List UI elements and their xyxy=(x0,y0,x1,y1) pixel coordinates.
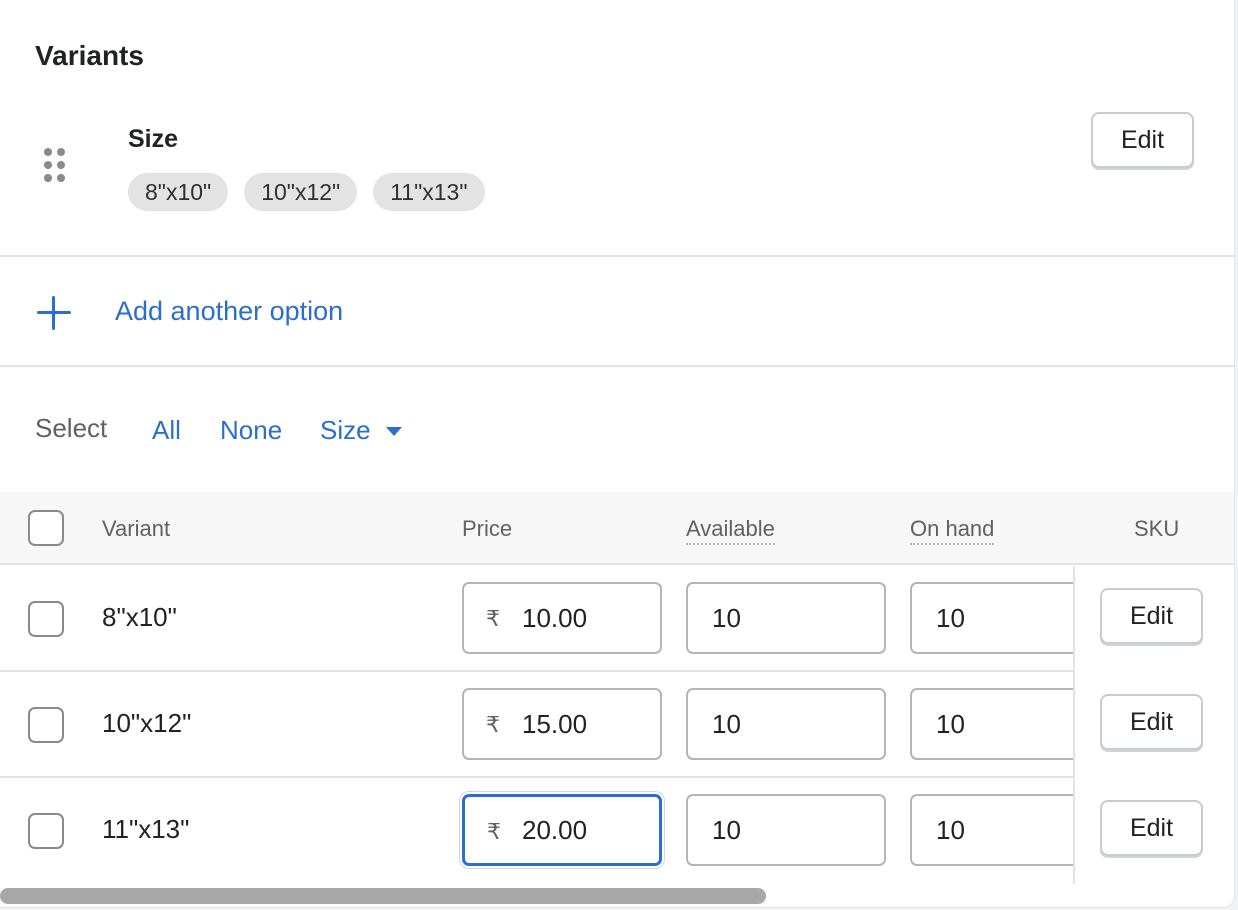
add-option-label: Add another option xyxy=(115,296,344,326)
row-action-cell: Edit xyxy=(1073,566,1234,672)
on-hand-value: 10 xyxy=(936,815,965,845)
price-value: 15.00 xyxy=(522,709,588,739)
table-row: 11"x13" ₹ 20.00 10 10 Edit xyxy=(0,778,1234,884)
option-name: Size xyxy=(128,125,179,153)
price-value: 20.00 xyxy=(522,815,588,845)
variant-name: 10"x12" xyxy=(102,708,192,738)
plus-icon xyxy=(37,296,71,330)
drag-handle-icon[interactable] xyxy=(44,148,66,182)
option-values: 8"x10" 10"x12" 11"x13" xyxy=(128,173,485,211)
price-input[interactable]: ₹ 10.00 xyxy=(462,582,662,654)
add-another-option-link[interactable]: Add another option xyxy=(0,258,1234,367)
card-title: Variants xyxy=(35,40,144,71)
row-checkbox[interactable] xyxy=(28,813,64,849)
on-hand-value: 10 xyxy=(936,709,965,739)
header-on-hand[interactable]: On hand xyxy=(910,516,995,545)
edit-variant-button[interactable]: Edit xyxy=(1100,694,1203,750)
select-bar: Select All None Size xyxy=(0,368,1234,492)
variant-name: 11"x13" xyxy=(102,814,190,844)
select-label: Select xyxy=(35,413,108,443)
edit-option-button[interactable]: Edit xyxy=(1091,112,1194,168)
price-input[interactable]: ₹ 20.00 xyxy=(462,794,662,866)
select-none-link[interactable]: None xyxy=(220,415,282,446)
price-value: 10.00 xyxy=(522,603,588,633)
header-sku: SKU xyxy=(1134,516,1180,541)
select-size-dropdown[interactable]: Size xyxy=(320,415,371,446)
variant-name: 8"x10" xyxy=(102,602,177,632)
option-value-pill: 11"x13" xyxy=(373,173,485,211)
header-variant: Variant xyxy=(102,516,171,541)
table-row: 8"x10" ₹ 10.00 10 10 Edit xyxy=(0,566,1234,672)
select-all-checkbox[interactable] xyxy=(28,510,64,546)
currency-symbol: ₹ xyxy=(487,819,501,844)
select-all-link[interactable]: All xyxy=(152,415,181,446)
option-size-block: Size 8"x10" 10"x12" 11"x13" Edit xyxy=(0,100,1234,257)
header-available[interactable]: Available xyxy=(686,516,775,545)
row-checkbox[interactable] xyxy=(28,707,64,743)
available-value: 10 xyxy=(712,709,741,739)
available-value: 10 xyxy=(712,603,741,633)
available-value: 10 xyxy=(712,815,741,845)
option-value-pill: 8"x10" xyxy=(128,173,229,211)
table-header: Variant Price Available On hand SKU xyxy=(0,492,1234,565)
currency-symbol: ₹ xyxy=(486,712,500,737)
header-price: Price xyxy=(462,516,513,541)
option-value-pill: 10"x12" xyxy=(244,173,358,211)
available-input[interactable]: 10 xyxy=(686,582,886,654)
available-input[interactable]: 10 xyxy=(686,794,886,866)
price-input[interactable]: ₹ 15.00 xyxy=(462,688,662,760)
row-action-cell: Edit xyxy=(1073,778,1234,884)
row-checkbox[interactable] xyxy=(28,601,64,637)
table-row: 10"x12" ₹ 15.00 10 10 Edit xyxy=(0,672,1234,778)
edit-variant-button[interactable]: Edit xyxy=(1100,588,1203,644)
on-hand-value: 10 xyxy=(936,603,965,633)
row-action-cell: Edit xyxy=(1073,672,1234,778)
horizontal-scrollbar[interactable] xyxy=(0,888,766,904)
edit-variant-button[interactable]: Edit xyxy=(1100,800,1203,856)
currency-symbol: ₹ xyxy=(486,606,500,631)
variants-card: Variants Size 8"x10" 10"x12" 11"x13" Edi… xyxy=(0,0,1235,908)
available-input[interactable]: 10 xyxy=(686,688,886,760)
caret-down-icon[interactable] xyxy=(386,427,402,436)
